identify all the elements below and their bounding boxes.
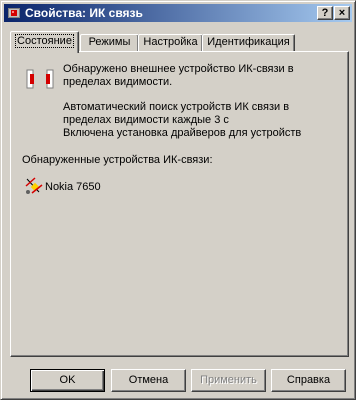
tab-settings[interactable]: Настройка: [138, 34, 203, 52]
title-bar[interactable]: Свойства: ИК связь ? ×: [4, 4, 352, 22]
status-panel: Обнаружено внешнее устройство ИК-связи в…: [10, 51, 349, 357]
close-button[interactable]: ×: [334, 6, 350, 20]
auto-search-text: Автоматический поиск устройств ИК связи …: [63, 101, 290, 126]
device-list-item[interactable]: Nokia 7650: [24, 177, 224, 197]
properties-dialog: Свойства: ИК связь ? × Состояние Режимы …: [0, 0, 356, 400]
window-title: Свойства: ИК связь: [25, 6, 143, 20]
infrared-link-icon: [26, 69, 54, 89]
cancel-button[interactable]: Отмена: [111, 369, 186, 392]
devices-label: Обнаруженные устройства ИК-связи:: [22, 154, 213, 166]
tab-strip: Состояние Режимы Настройка Идентификация: [10, 31, 350, 53]
tab-modes[interactable]: Режимы: [80, 34, 139, 52]
help-button[interactable]: Справка: [271, 369, 346, 392]
tab-identification[interactable]: Идентификация: [202, 34, 295, 52]
device-name: Nokia 7650: [45, 181, 101, 193]
phone-satellite-icon: [25, 177, 43, 194]
ok-button[interactable]: OK: [30, 369, 105, 392]
infrared-icon: [8, 8, 20, 18]
help-title-button[interactable]: ?: [317, 6, 333, 20]
detected-text: Обнаружено внешнее устройство ИК-связи в…: [63, 63, 294, 88]
status-message: Обнаружено внешнее устройство ИК-связи в…: [63, 63, 333, 140]
tab-status[interactable]: Состояние: [10, 31, 79, 53]
driver-install-text: Включена установка драйверов для устройс…: [63, 127, 302, 139]
apply-button[interactable]: Применить: [191, 369, 266, 392]
